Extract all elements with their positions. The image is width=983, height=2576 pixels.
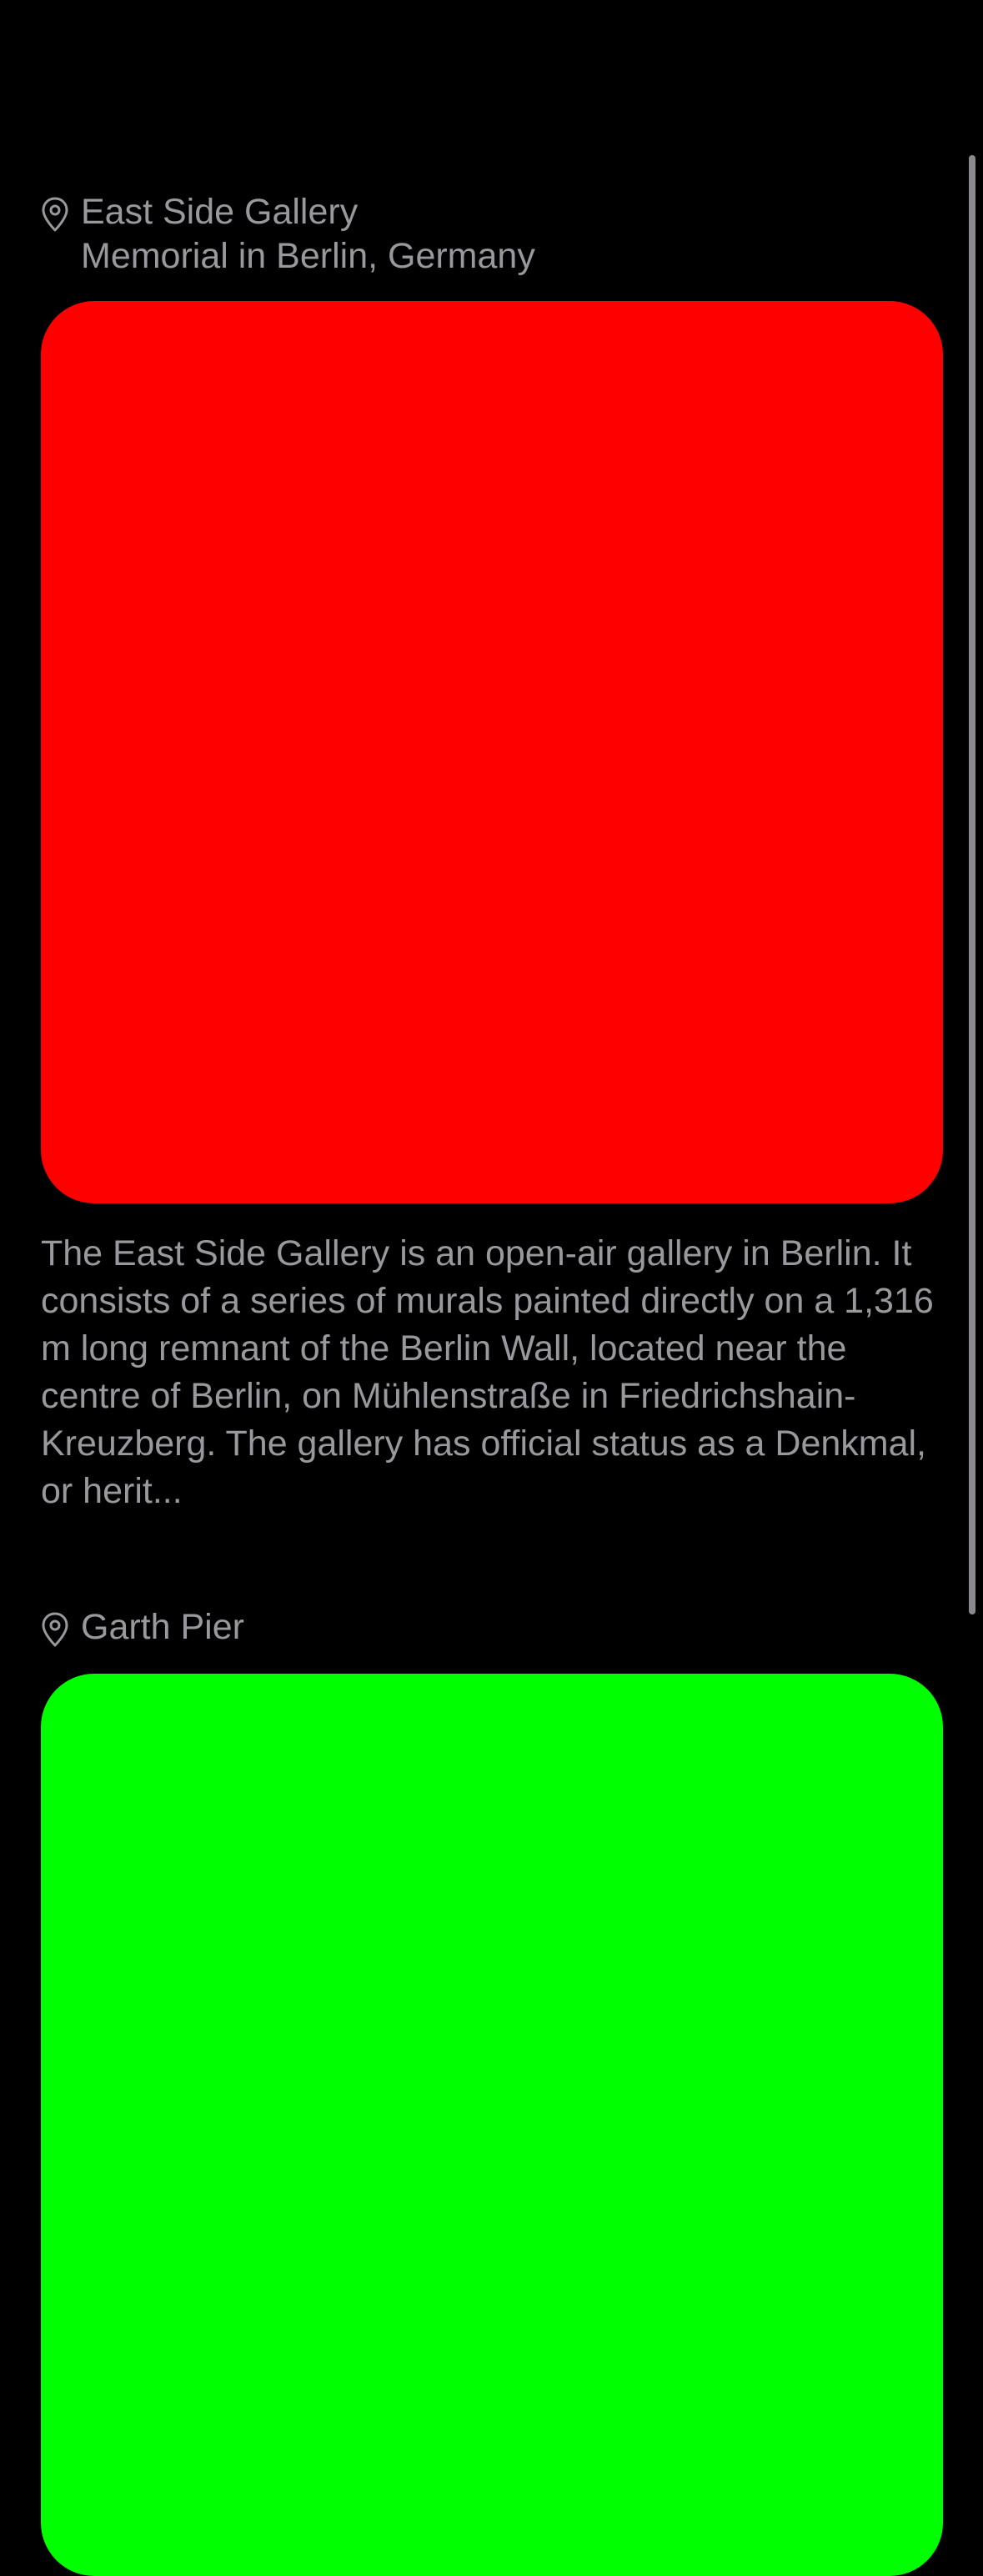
map-pin-icon	[42, 1612, 68, 1647]
place-name: East Side Gallery	[81, 192, 359, 232]
place-photo[interactable]	[41, 301, 943, 1203]
vertical-scrollbar[interactable]	[969, 155, 975, 1614]
location-header[interactable]: Garth Pier	[41, 1605, 943, 1650]
place-card-garth-pier[interactable]: Garth Pier	[41, 1605, 943, 2576]
place-card-east-side-gallery[interactable]: East Side Gallery Memorial in Berlin, Ge…	[41, 190, 943, 1515]
place-feed[interactable]: East Side Gallery Memorial in Berlin, Ge…	[0, 0, 983, 2576]
place-subtitle: Memorial in Berlin, Germany	[81, 236, 535, 276]
scrollbar-thumb[interactable]	[969, 155, 975, 1614]
place-description: The East Side Gallery is an open-air gal…	[41, 1233, 934, 1511]
place-photo[interactable]	[41, 1674, 943, 2576]
map-pin-icon	[42, 197, 68, 232]
place-name: Garth Pier	[81, 1607, 244, 1647]
location-header[interactable]: East Side Gallery Memorial in Berlin, Ge…	[41, 190, 943, 279]
